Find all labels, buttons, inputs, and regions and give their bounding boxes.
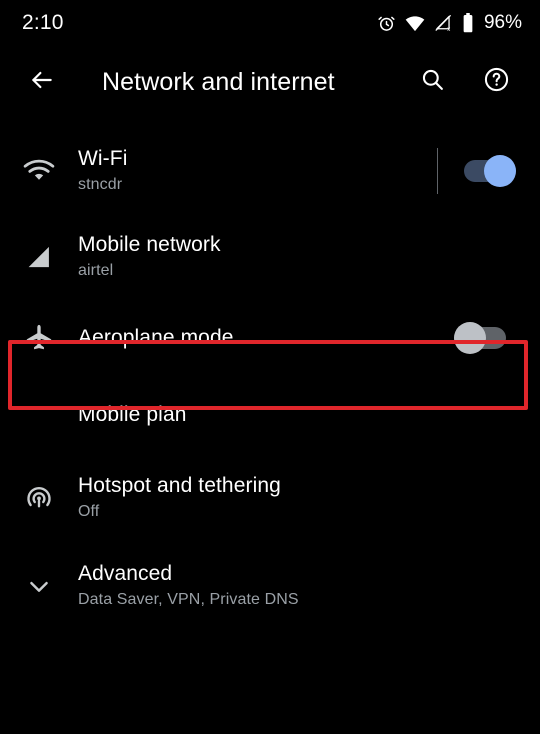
battery-icon bbox=[462, 13, 474, 33]
page-title: Network and internet bbox=[102, 67, 335, 96]
status-bar-clock: 2:10 bbox=[22, 11, 64, 34]
settings-row-text: Wi-Fi stncdr bbox=[78, 146, 437, 196]
settings-row-title: Mobile network bbox=[78, 232, 221, 256]
settings-list: Wi-Fi stncdr Mobile network airtel Aerop… bbox=[0, 118, 540, 630]
toggle-thumb bbox=[454, 322, 486, 354]
search-icon bbox=[420, 67, 445, 97]
settings-row-aeroplane-mode[interactable]: Aeroplane mode bbox=[0, 300, 540, 376]
alarm-icon bbox=[377, 14, 396, 33]
toggle-thumb bbox=[484, 155, 516, 187]
app-bar: Network and internet bbox=[0, 46, 540, 118]
aeroplane-mode-toggle[interactable] bbox=[454, 322, 506, 354]
settings-row-advanced[interactable]: Advanced Data Saver, VPN, Private DNS bbox=[0, 542, 540, 630]
battery-percent-label: 96% bbox=[483, 12, 522, 33]
settings-row-title: Wi-Fi bbox=[78, 146, 128, 170]
vertical-divider bbox=[437, 148, 438, 194]
wifi-toggle[interactable] bbox=[464, 155, 516, 187]
settings-row-hotspot-tethering[interactable]: Hotspot and tethering Off bbox=[0, 454, 540, 542]
back-arrow-icon bbox=[29, 67, 55, 98]
cellular-signal-off-icon: x bbox=[434, 14, 453, 32]
settings-row-subtitle: Data Saver, VPN, Private DNS bbox=[78, 591, 299, 609]
help-button[interactable] bbox=[474, 60, 518, 104]
settings-row-trailing bbox=[454, 322, 506, 354]
back-button[interactable] bbox=[22, 62, 62, 102]
settings-row-title: Aeroplane mode bbox=[78, 326, 234, 350]
settings-row-text: Mobile network airtel bbox=[78, 232, 516, 282]
airplane-icon bbox=[0, 323, 78, 353]
help-circle-icon bbox=[483, 66, 510, 98]
status-bar: 2:10 x 96% bbox=[0, 0, 540, 46]
settings-row-subtitle: airtel bbox=[78, 262, 114, 280]
wifi-icon bbox=[0, 159, 78, 183]
hotspot-icon bbox=[0, 483, 78, 513]
settings-row-title: Advanced bbox=[78, 561, 173, 585]
settings-row-text: Aeroplane mode bbox=[78, 325, 454, 351]
status-bar-icons: x 96% bbox=[377, 12, 522, 34]
search-button[interactable] bbox=[410, 60, 454, 104]
settings-row-title: Mobile plan bbox=[78, 403, 187, 427]
settings-row-text: Hotspot and tethering Off bbox=[78, 473, 516, 523]
settings-row-trailing bbox=[437, 148, 516, 194]
settings-row-mobile-network[interactable]: Mobile network airtel bbox=[0, 214, 540, 300]
settings-row-text: Advanced Data Saver, VPN, Private DNS bbox=[78, 561, 516, 611]
svg-text:x: x bbox=[447, 27, 450, 32]
chevron-down-icon bbox=[0, 572, 78, 600]
settings-row-text: Mobile plan bbox=[78, 402, 516, 428]
wifi-icon bbox=[405, 15, 425, 32]
settings-row-title: Hotspot and tethering bbox=[78, 473, 281, 497]
settings-row-subtitle: Off bbox=[78, 503, 100, 521]
settings-row-wifi[interactable]: Wi-Fi stncdr bbox=[0, 128, 540, 214]
settings-row-mobile-plan[interactable]: Mobile plan bbox=[0, 376, 540, 454]
settings-row-subtitle: stncdr bbox=[78, 176, 123, 194]
cellular-signal-icon bbox=[0, 243, 78, 271]
